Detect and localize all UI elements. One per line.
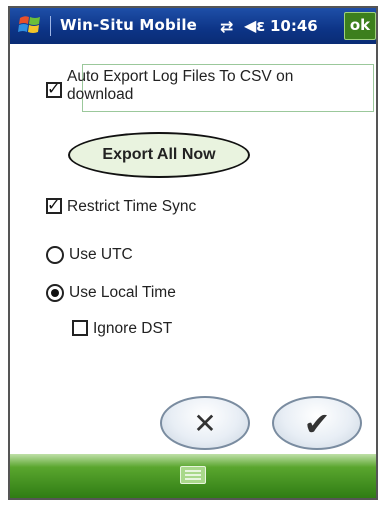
sync-icon[interactable]: ⇄ bbox=[220, 17, 233, 36]
title-bar: Win-Situ Mobile ⇄ ◀ε 10:46 ok bbox=[10, 8, 376, 44]
app-title: Win-Situ Mobile bbox=[60, 16, 198, 34]
use-utc-row[interactable]: Use UTC bbox=[46, 246, 133, 264]
use-utc-radio[interactable] bbox=[46, 246, 64, 264]
ignore-dst-row[interactable]: Ignore DST bbox=[72, 320, 172, 338]
ignore-dst-label: Ignore DST bbox=[93, 320, 173, 337]
radio-selected-dot bbox=[51, 289, 59, 297]
restrict-time-sync-label: Restrict Time Sync bbox=[67, 198, 197, 215]
title-separator bbox=[50, 16, 51, 36]
auto-export-label: Auto Export Log Files To CSV on download bbox=[67, 68, 294, 103]
bottom-bar bbox=[10, 454, 376, 498]
x-icon: ✕ bbox=[193, 407, 217, 440]
use-local-time-row[interactable]: Use Local Time bbox=[46, 284, 176, 302]
checkmark-icon: ✓ bbox=[47, 195, 61, 214]
use-local-time-radio[interactable] bbox=[46, 284, 64, 302]
windows-start-icon[interactable] bbox=[16, 12, 44, 40]
confirm-button[interactable]: ✔ bbox=[272, 396, 362, 450]
checkmark-icon: ✔ bbox=[303, 405, 331, 443]
cancel-button[interactable]: ✕ bbox=[160, 396, 250, 450]
keyboard-icon[interactable] bbox=[180, 466, 206, 484]
clock[interactable]: 10:46 bbox=[270, 17, 318, 35]
checkmark-icon: ✓ bbox=[47, 79, 61, 98]
ok-button[interactable]: ok bbox=[344, 12, 376, 40]
device-screen: Win-Situ Mobile ⇄ ◀ε 10:46 ok ✓ Auto Exp… bbox=[8, 6, 378, 500]
auto-export-checkbox[interactable]: ✓ bbox=[46, 79, 62, 98]
restrict-time-sync-row[interactable]: ✓ Restrict Time Sync bbox=[46, 195, 197, 216]
ignore-dst-checkbox[interactable] bbox=[72, 320, 88, 336]
restrict-time-sync-checkbox[interactable]: ✓ bbox=[46, 195, 62, 214]
use-utc-label: Use UTC bbox=[69, 246, 133, 263]
export-all-now-button[interactable]: Export All Now bbox=[68, 132, 250, 178]
auto-export-checkbox-row[interactable]: ✓ Auto Export Log Files To CSV on downlo… bbox=[46, 68, 376, 104]
use-local-time-label: Use Local Time bbox=[69, 284, 176, 301]
volume-icon[interactable]: ◀ε bbox=[244, 16, 265, 35]
